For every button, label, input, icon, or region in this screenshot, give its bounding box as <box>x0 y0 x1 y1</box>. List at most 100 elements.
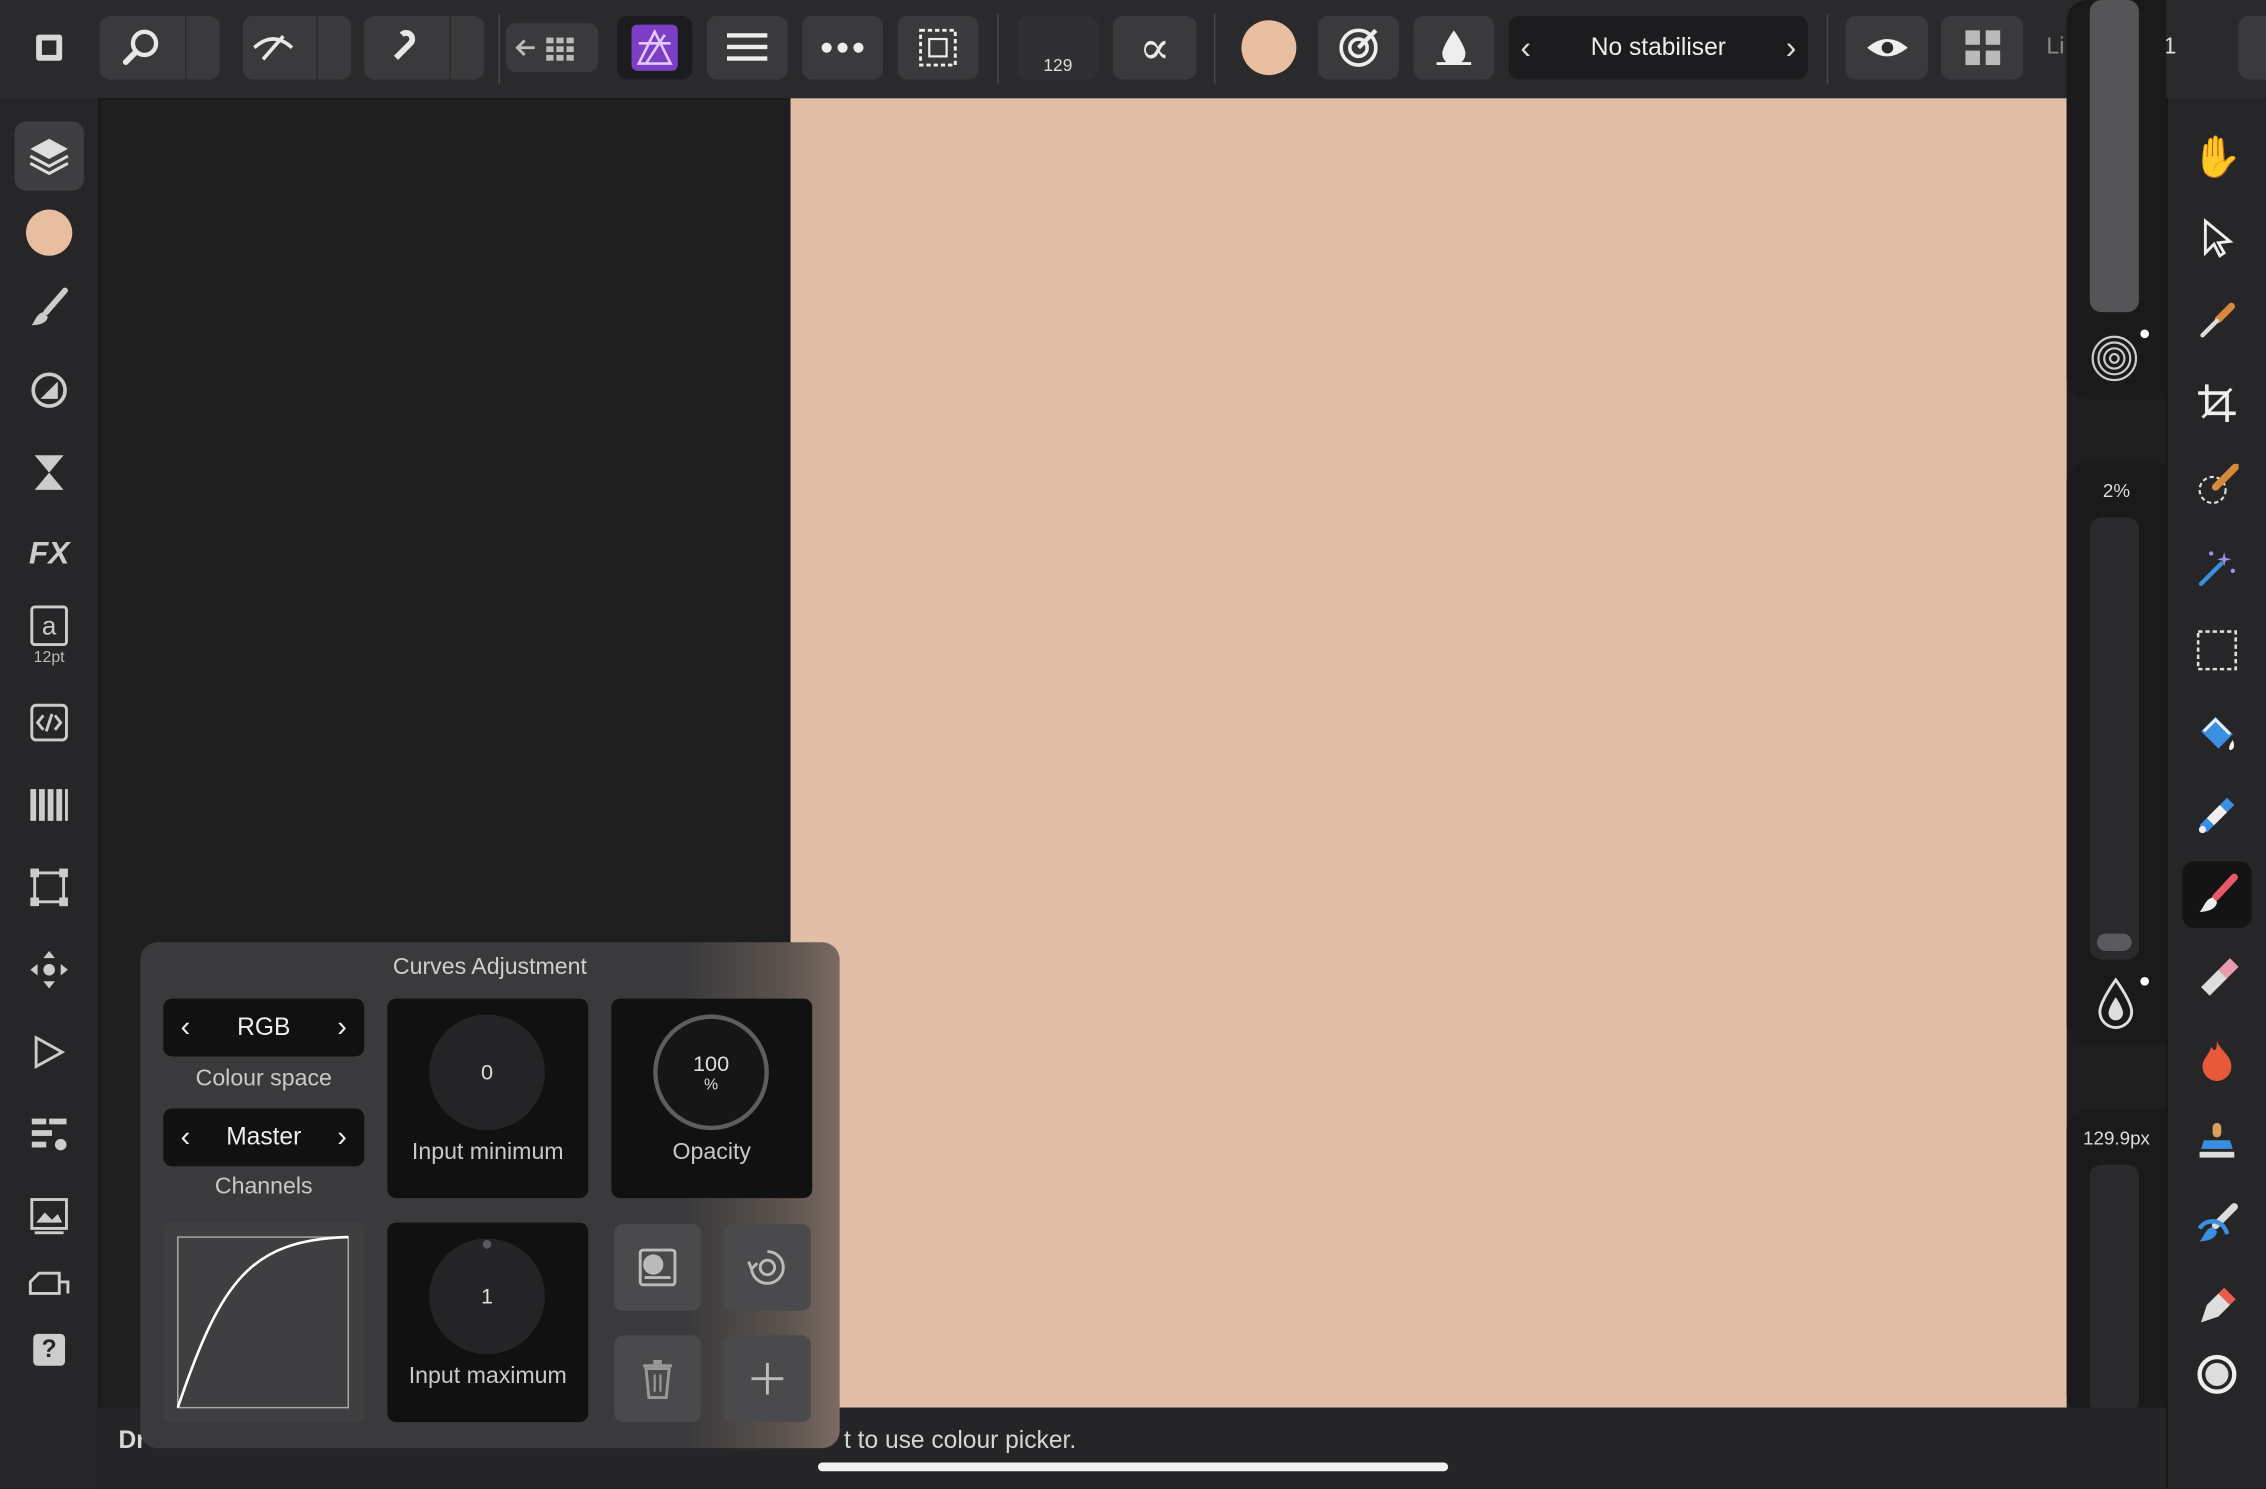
hand-tool[interactable]: ✋ <box>2182 123 2251 189</box>
view-mode-button[interactable] <box>242 15 352 80</box>
crop-tool[interactable] <box>2182 370 2251 436</box>
document-menu-icon[interactable] <box>17 16 81 80</box>
eraser-icon <box>2195 955 2239 998</box>
pen-tool[interactable] <box>2182 1273 2251 1339</box>
size-slider[interactable] <box>2089 1164 2139 1414</box>
brushes-studio-button[interactable] <box>14 273 83 342</box>
chevron-left-icon[interactable]: ‹ <box>1520 29 1531 67</box>
play-icon <box>30 1033 68 1071</box>
stabiliser-selector[interactable]: ‹ No stabiliser › <box>1508 15 1808 80</box>
navigator-studio-button[interactable] <box>14 935 83 1004</box>
input-maximum-dial[interactable]: 1 <box>429 1238 545 1355</box>
reset-adjustment-button[interactable] <box>724 1224 811 1311</box>
brush-width-slider[interactable] <box>2089 0 2139 313</box>
wet-edges-button[interactable] <box>1413 15 1495 80</box>
truck-icon <box>27 1270 70 1302</box>
brush-size-button[interactable]: 129 <box>1017 15 1099 80</box>
overflow-button[interactable] <box>2238 15 2266 80</box>
input-minimum-value: 0 <box>481 1060 494 1085</box>
marquee-tool[interactable] <box>2182 617 2251 683</box>
channel-selector[interactable]: ‹ Master › <box>163 1108 365 1167</box>
history-studio-button[interactable] <box>14 438 83 507</box>
hamburger-icon <box>726 32 768 64</box>
chevron-right-icon[interactable]: › <box>337 1011 347 1044</box>
back-to-gallery-button[interactable] <box>505 23 599 73</box>
colour-picker-tool[interactable] <box>2182 288 2251 354</box>
chevron-left-icon[interactable]: ‹ <box>181 1121 191 1154</box>
colour-studio-button[interactable] <box>14 198 83 267</box>
swatches-studio-button[interactable] <box>14 770 83 839</box>
trash-icon <box>640 1358 675 1399</box>
main-menu-button[interactable] <box>706 15 788 80</box>
alpha-lock-button[interactable]: ∝ <box>1112 15 1197 80</box>
input-maximum-control[interactable]: 1 Input maximum <box>387 1222 589 1423</box>
snapping-button[interactable] <box>364 15 485 80</box>
play-studio-button[interactable] <box>14 1017 83 1086</box>
library-studio-button[interactable] <box>14 1100 83 1169</box>
shape-tool[interactable] <box>2182 1341 2251 1407</box>
opacity-slider[interactable] <box>2089 517 2139 960</box>
curve-graph[interactable] <box>163 1222 365 1423</box>
visibility-button[interactable] <box>1845 15 1928 80</box>
zoom-tool-button[interactable] <box>99 15 220 80</box>
erase-brush-tool[interactable] <box>2182 944 2251 1010</box>
colour-swatch-button[interactable] <box>1237 16 1301 80</box>
dial-marker <box>482 1239 492 1249</box>
opacity-slider-thumb[interactable] <box>2096 933 2132 951</box>
add-adjustment-button[interactable] <box>724 1335 811 1423</box>
chevron-right-icon[interactable]: › <box>1786 29 1797 67</box>
move-tool[interactable] <box>2182 205 2251 271</box>
paint-brush-tool[interactable] <box>2182 861 2252 928</box>
magic-wand-tool[interactable] <box>2182 535 2251 601</box>
brush-settings-button[interactable] <box>1318 15 1399 80</box>
adjustments-studio-button[interactable] <box>14 356 83 425</box>
adjustments-button[interactable] <box>1940 15 2024 80</box>
burn-tool[interactable] <box>2182 1026 2251 1092</box>
help-button[interactable]: ? <box>14 1319 83 1380</box>
flood-fill-tool[interactable] <box>2182 699 2251 765</box>
delete-adjustment-button[interactable] <box>614 1335 701 1423</box>
merge-adjustment-button[interactable] <box>614 1224 701 1311</box>
flow-drop-icon[interactable] <box>2096 977 2136 1029</box>
gradient-icon <box>2195 793 2238 836</box>
input-minimum-dial[interactable]: 0 <box>429 1014 545 1131</box>
macros-studio-button[interactable] <box>14 688 83 757</box>
colour-space-selector[interactable]: ‹ RGB › <box>163 998 365 1057</box>
selection-brush-icon <box>2195 463 2239 507</box>
gradient-tool[interactable] <box>2182 782 2251 848</box>
opacity-value: 100 <box>692 1051 730 1076</box>
fx-studio-button[interactable]: FX <box>14 519 83 588</box>
transform-studio-button[interactable] <box>14 853 83 922</box>
smudge-tool[interactable] <box>2182 1191 2251 1257</box>
layers-studio-button[interactable] <box>14 121 84 191</box>
stabiliser-label: No stabiliser <box>1590 33 1726 61</box>
crop-icon <box>2197 383 2237 423</box>
indicator-dot <box>2140 976 2150 986</box>
move-arrows-icon <box>27 948 70 991</box>
clone-tool[interactable] <box>2182 1108 2251 1174</box>
opacity-control[interactable]: 100 % Opacity <box>611 998 813 1199</box>
pressure-spiral-icon[interactable] <box>2088 332 2140 384</box>
more-options-button[interactable] <box>802 15 884 80</box>
paint-bucket-icon <box>2195 711 2238 754</box>
stock-studio-button[interactable] <box>14 1182 83 1251</box>
document-canvas[interactable] <box>790 98 2067 1408</box>
adjustment-circle-icon <box>29 370 69 410</box>
chevron-right-icon[interactable]: › <box>337 1121 347 1154</box>
opacity-unit: % <box>703 1075 719 1094</box>
export-studio-button[interactable] <box>14 1257 83 1315</box>
panel-title: Curves Adjustment <box>392 955 587 980</box>
home-indicator[interactable] <box>817 1462 1449 1472</box>
paint-brush-icon <box>2195 873 2238 916</box>
selection-button[interactable] <box>897 15 979 80</box>
magnet-icon <box>387 29 425 67</box>
selection-brush-tool[interactable] <box>2182 452 2251 518</box>
input-minimum-control[interactable]: 0 Input minimum <box>387 998 589 1199</box>
text-studio-button[interactable]: a 12pt <box>14 595 83 676</box>
persona-photo-button[interactable] <box>617 15 693 80</box>
chevron-left-icon[interactable]: ‹ <box>181 1011 191 1044</box>
opacity-dial[interactable]: 100 % <box>653 1014 769 1131</box>
size-slider-value: 129.9px <box>2083 1127 2150 1149</box>
channels-label: Channels <box>214 1174 313 1200</box>
input-minimum-label: Input minimum <box>411 1140 564 1165</box>
